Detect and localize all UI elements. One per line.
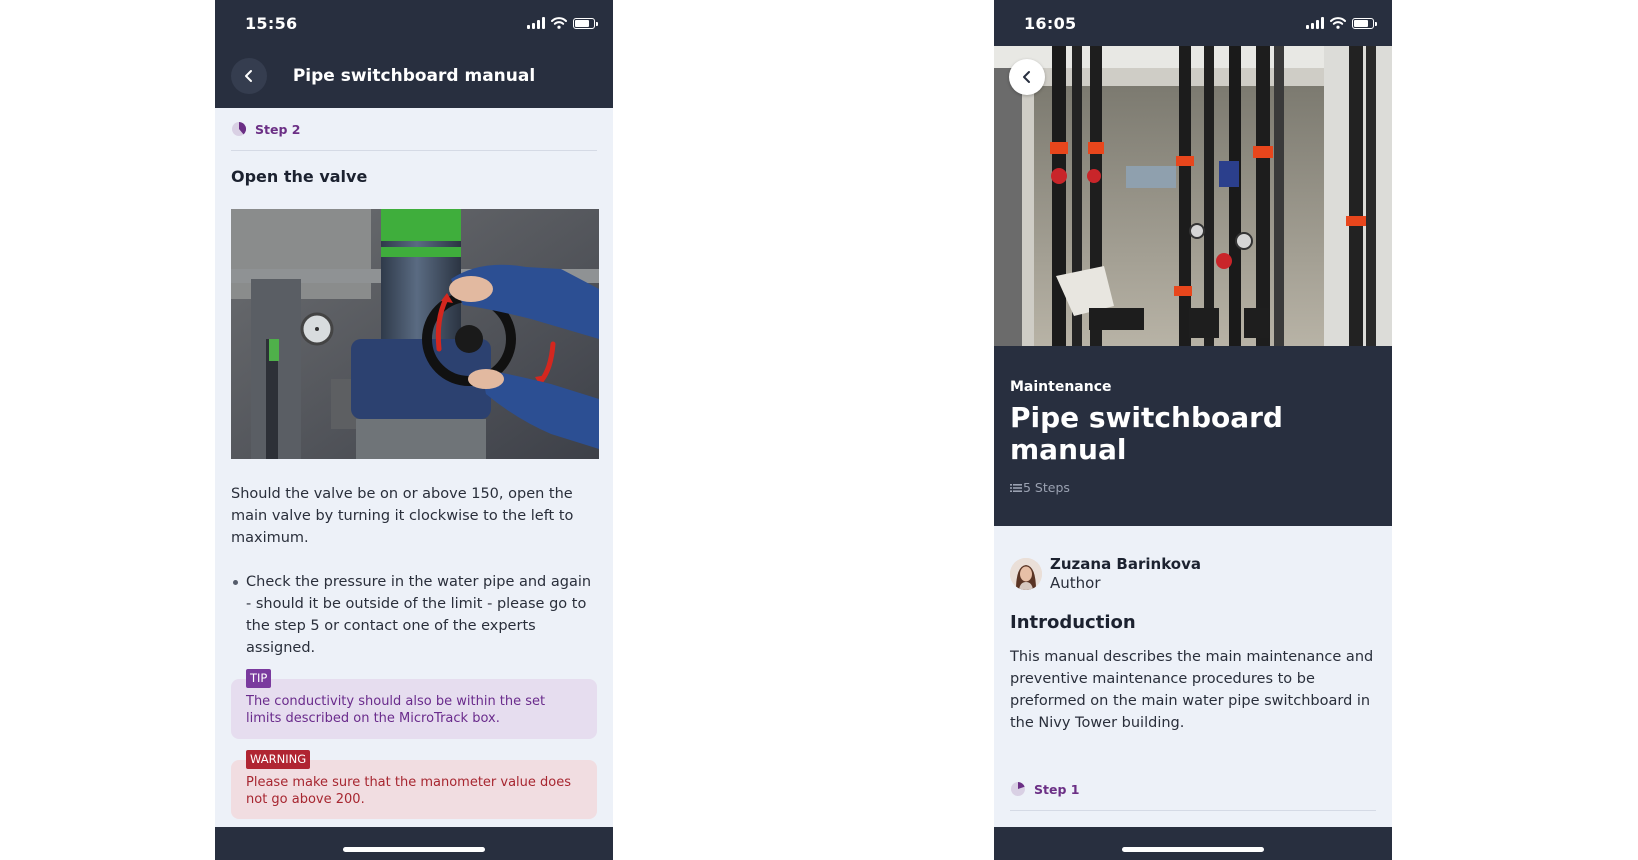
tip-text: The conductivity should also be within t…: [246, 694, 546, 726]
avatar: [1010, 558, 1042, 590]
status-bar: 16:05: [994, 0, 1392, 46]
home-indicator[interactable]: [343, 847, 485, 852]
header-title: Pipe switchboard manual: [292, 66, 536, 86]
bullet-item: Check the pressure in the water pipe and…: [231, 571, 599, 659]
manual-overview-screen: 16:05 Maintenance Pipe switchboard manua…: [994, 0, 1392, 860]
cellular-signal-icon: [527, 17, 545, 29]
warning-badge: WARNING: [246, 750, 311, 769]
switchboard-photo: [994, 46, 1392, 346]
valve-photo: [231, 209, 599, 459]
step-title: Open the valve: [231, 167, 368, 186]
step-progress-icon: [1011, 782, 1025, 796]
status-bar: 15:56: [215, 0, 613, 46]
app-header: Pipe switchboard manual: [215, 46, 613, 108]
list-icon: [1010, 483, 1022, 492]
step-description: Should the valve be on or above 150, ope…: [231, 486, 574, 546]
tip-callout: TIP The conductivity should also be with…: [231, 669, 597, 739]
bullet-dot: [233, 580, 238, 585]
wifi-icon: [551, 17, 567, 29]
step-label: Step 1: [1034, 781, 1080, 797]
steps-count-label: 5 Steps: [1023, 480, 1070, 495]
warning-callout: WARNING Please make sure that the manome…: [231, 750, 597, 819]
chevron-left-icon: [1023, 71, 1030, 83]
bullet-text: Check the pressure in the water pipe and…: [246, 574, 592, 656]
battery-icon: [1352, 17, 1377, 29]
step-progress-icon: [232, 121, 247, 136]
status-time: 16:05: [1024, 14, 1077, 33]
introduction-text: This manual describes the main maintenan…: [1010, 649, 1374, 731]
step-label: Step 2: [255, 121, 301, 137]
manual-title: Pipe switchboard manual: [1010, 401, 1283, 466]
home-indicator[interactable]: [1122, 847, 1264, 852]
cellular-signal-icon: [1306, 17, 1324, 29]
author-name: Zuzana Barinkova: [1050, 555, 1201, 573]
wifi-icon: [1330, 17, 1346, 29]
introduction-heading: Introduction: [1010, 612, 1136, 633]
bottom-bar: [994, 827, 1392, 860]
step-indicator[interactable]: Step 2: [231, 108, 597, 151]
back-button[interactable]: [1009, 59, 1045, 95]
manual-header: Maintenance Pipe switchboard manual 5 St…: [994, 346, 1392, 526]
manual-category: Maintenance: [1010, 379, 1112, 395]
bottom-bar: [215, 827, 613, 860]
step-indicator[interactable]: Step 1: [1010, 768, 1376, 811]
battery-fill: [575, 19, 589, 27]
status-time: 15:56: [245, 14, 298, 33]
author-info[interactable]: Zuzana Barinkova Author: [1010, 555, 1201, 593]
tip-badge: TIP: [246, 669, 272, 688]
author-role: Author: [1050, 574, 1101, 592]
battery-icon: [573, 17, 598, 29]
steps-count: 5 Steps: [1010, 480, 1070, 495]
step-screen: 15:56 Pipe switchboard manual Step 2 Ope…: [215, 0, 613, 860]
battery-fill: [1354, 19, 1368, 27]
warning-text: Please make sure that the manometer valu…: [246, 775, 572, 807]
